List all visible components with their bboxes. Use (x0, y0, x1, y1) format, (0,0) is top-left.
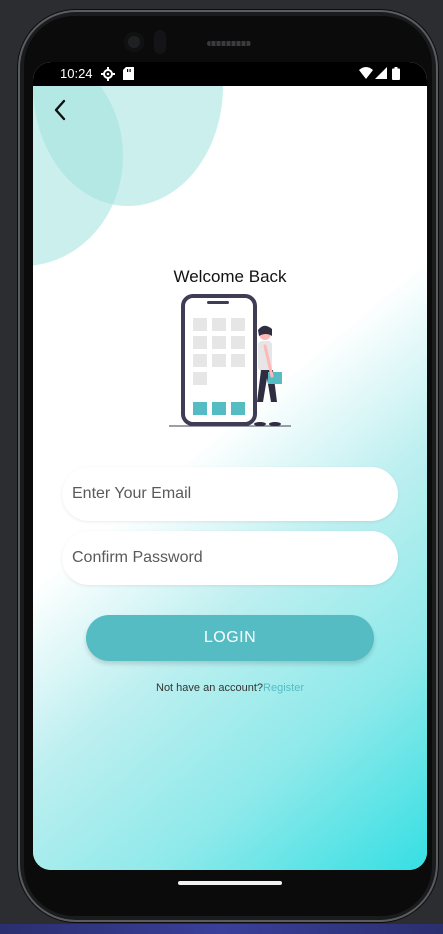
login-screen: Welcome Back Enter Your Email LOGIN Not … (33, 86, 427, 870)
battery-icon (392, 67, 400, 83)
status-time: 10:24 (60, 66, 93, 81)
back-button[interactable] (47, 96, 75, 124)
email-field-container (62, 467, 398, 521)
home-indicator[interactable] (178, 881, 282, 885)
register-link[interactable]: Register (263, 682, 304, 694)
login-button[interactable]: LOGIN (86, 615, 374, 661)
sensor (154, 30, 166, 54)
camera-icon (124, 32, 144, 52)
phone-illustration (163, 294, 293, 435)
taskbar-strip (0, 924, 443, 934)
password-field-container (62, 531, 398, 585)
phone-screen: 10:24 Welcome Back Enter Your Email LOGI… (33, 62, 427, 870)
email-input[interactable] (62, 467, 372, 521)
status-bar: 10:24 (33, 62, 427, 86)
register-prompt-text: Not have an account? (156, 682, 264, 694)
settings-icon (101, 67, 115, 84)
back-arrow-icon (54, 99, 66, 121)
register-prompt: Not have an account?Register (33, 682, 427, 694)
sd-card-icon (123, 67, 134, 83)
wifi-icon (359, 67, 373, 82)
page-title: Welcome Back (173, 267, 287, 286)
speaker-grille (207, 41, 251, 46)
signal-icon (375, 67, 387, 82)
confirm-password-input[interactable] (62, 531, 372, 585)
